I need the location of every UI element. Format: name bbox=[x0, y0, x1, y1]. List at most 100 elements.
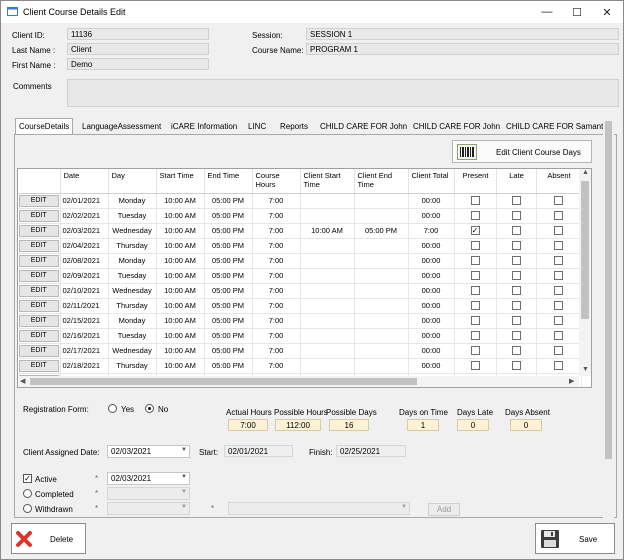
scroll-right-arrow-icon[interactable]: ▶ bbox=[569, 377, 574, 385]
edit-row-button[interactable]: EDIT bbox=[19, 299, 59, 312]
scroll-up-arrow-icon[interactable]: ▲ bbox=[582, 169, 589, 176]
present-checkbox[interactable] bbox=[470, 241, 480, 251]
edit-row-button[interactable]: EDIT bbox=[19, 209, 59, 222]
edit-row-button[interactable]: EDIT bbox=[19, 224, 59, 237]
tab-child-care-john-1[interactable]: CHILD CARE FOR John bbox=[320, 120, 407, 135]
present-checkbox[interactable] bbox=[470, 361, 480, 371]
late-checkbox[interactable] bbox=[511, 346, 521, 356]
present-checkbox[interactable] bbox=[470, 301, 480, 311]
registration-yes-label[interactable]: Yes bbox=[121, 405, 134, 414]
scroll-left-arrow-icon[interactable]: ◀ bbox=[20, 377, 25, 385]
completed-date-picker[interactable]: ▼ bbox=[107, 487, 190, 500]
registration-no-label[interactable]: No bbox=[158, 405, 168, 414]
delete-button[interactable]: Delete bbox=[11, 523, 86, 554]
scroll-down-arrow-icon[interactable]: ▼ bbox=[582, 366, 589, 373]
withdrawn-date-picker[interactable]: ▼ bbox=[107, 502, 190, 515]
completed-label[interactable]: Completed bbox=[35, 490, 74, 499]
grid-vertical-scroll-thumb[interactable] bbox=[581, 181, 589, 319]
client-assigned-date-picker[interactable]: 02/03/2021 ▼ bbox=[107, 445, 190, 458]
dropdown-arrow-icon[interactable]: ▼ bbox=[401, 504, 407, 510]
col-header-present[interactable]: Present bbox=[454, 169, 497, 194]
edit-row-button[interactable]: EDIT bbox=[19, 284, 59, 297]
dropdown-arrow-icon[interactable]: ▼ bbox=[181, 474, 187, 480]
table-row[interactable]: EDIT 02/08/2021 Monday 10:00 AM 05:00 PM 7:00… bbox=[18, 253, 582, 269]
edit-row-button[interactable]: EDIT bbox=[19, 344, 59, 357]
table-row[interactable]: EDIT 02/01/2021 Monday 10:00 AM 05:00 PM 7:00… bbox=[18, 193, 582, 209]
withdrawn-label[interactable]: Withdrawn bbox=[35, 505, 73, 514]
table-row[interactable]: EDIT 02/09/2021 Tuesday 10:00 AM 05:00 PM 7:0… bbox=[18, 268, 582, 284]
late-checkbox[interactable] bbox=[511, 196, 521, 206]
table-row[interactable]: EDIT 02/02/2021 Tuesday 10:00 AM 05:00 PM 7:0… bbox=[18, 208, 582, 224]
present-checkbox[interactable] bbox=[470, 346, 480, 356]
col-header-client-end-time[interactable]: Client End Time bbox=[354, 169, 409, 194]
grid-vertical-scrollbar[interactable]: ▲ ▼ bbox=[579, 169, 591, 376]
edit-row-button[interactable]: EDIT bbox=[19, 239, 59, 252]
edit-client-course-days-button[interactable]: Edit Client Course Days bbox=[452, 140, 592, 163]
absent-checkbox[interactable] bbox=[554, 241, 563, 251]
add-button[interactable]: Add bbox=[428, 503, 460, 516]
form-vertical-scrollbar[interactable] bbox=[603, 121, 614, 519]
absent-checkbox[interactable] bbox=[554, 286, 563, 296]
absent-checkbox[interactable] bbox=[554, 301, 563, 311]
present-checkbox[interactable] bbox=[470, 331, 480, 341]
minimize-button[interactable]: — bbox=[532, 1, 562, 23]
comments-field[interactable] bbox=[67, 79, 619, 107]
edit-row-button[interactable]: EDIT bbox=[19, 269, 59, 282]
tab-course-details[interactable]: CourseDetails bbox=[15, 118, 74, 135]
dropdown-arrow-icon[interactable]: ▼ bbox=[181, 504, 187, 510]
absent-checkbox[interactable] bbox=[554, 346, 563, 356]
table-row[interactable]: EDIT 02/17/2021 Wednesday 10:00 AM 05:00 PM 7… bbox=[18, 343, 582, 359]
col-header-late[interactable]: Late bbox=[496, 169, 537, 194]
tab-child-care-samanta[interactable]: CHILD CARE FOR Samanta bbox=[506, 120, 608, 135]
edit-row-button[interactable]: EDIT bbox=[19, 314, 59, 327]
late-checkbox[interactable] bbox=[511, 211, 521, 221]
late-checkbox[interactable] bbox=[511, 286, 521, 296]
table-row[interactable]: EDIT 02/16/2021 Tuesday 10:00 AM 05:00 PM 7:0… bbox=[18, 328, 582, 344]
tab-language-assessment[interactable]: LanguageAssessment bbox=[82, 120, 161, 135]
late-checkbox[interactable] bbox=[511, 226, 521, 236]
registration-no-radio[interactable] bbox=[145, 404, 154, 413]
col-header-date[interactable]: Date bbox=[60, 169, 109, 194]
present-checkbox[interactable]: ✓ bbox=[470, 226, 480, 236]
present-checkbox[interactable] bbox=[470, 256, 480, 266]
absent-checkbox[interactable] bbox=[554, 226, 563, 236]
tab-linc[interactable]: LINC bbox=[248, 120, 266, 135]
completed-radio[interactable] bbox=[23, 489, 32, 498]
table-row[interactable]: EDIT 02/15/2021 Monday 10:00 AM 05:00 PM 7:00… bbox=[18, 313, 582, 329]
dropdown-arrow-icon[interactable]: ▼ bbox=[181, 489, 187, 495]
withdrawn-radio[interactable] bbox=[23, 504, 32, 513]
col-header-client-total[interactable]: Client Total bbox=[408, 169, 455, 194]
absent-checkbox[interactable] bbox=[554, 211, 563, 221]
active-label[interactable]: Active bbox=[35, 475, 57, 484]
tab-child-care-john-2[interactable]: CHILD CARE FOR John bbox=[413, 120, 500, 135]
col-header-client-start-time[interactable]: Client Start Time bbox=[300, 169, 355, 194]
table-row[interactable]: EDIT 02/11/2021 Thursday 10:00 AM 05:00 PM 7:… bbox=[18, 298, 582, 314]
table-row[interactable]: EDIT 02/18/2021 Thursday 10:00 AM 05:00 PM 7:… bbox=[18, 358, 582, 374]
edit-row-button[interactable]: EDIT bbox=[19, 254, 59, 267]
grid-horizontal-scrollbar[interactable]: ◀ ▶ bbox=[18, 376, 579, 387]
col-header-absent[interactable]: Absent bbox=[536, 169, 582, 194]
present-checkbox[interactable] bbox=[470, 316, 480, 326]
table-row[interactable]: EDIT 02/10/2021 Wednesday 10:00 AM 05:00 PM 7… bbox=[18, 283, 582, 299]
dropdown-arrow-icon[interactable]: ▼ bbox=[181, 447, 187, 453]
present-checkbox[interactable] bbox=[470, 286, 480, 296]
absent-checkbox[interactable] bbox=[554, 361, 563, 371]
active-checkbox[interactable]: ✓ bbox=[23, 474, 32, 483]
form-vertical-scroll-thumb[interactable] bbox=[605, 121, 612, 459]
close-button[interactable]: ✕ bbox=[592, 1, 622, 23]
grid-horizontal-scroll-thumb[interactable] bbox=[30, 378, 417, 385]
edit-row-button[interactable]: EDIT bbox=[19, 329, 59, 342]
absent-checkbox[interactable] bbox=[554, 256, 563, 266]
late-checkbox[interactable] bbox=[511, 316, 521, 326]
late-checkbox[interactable] bbox=[511, 256, 521, 266]
col-header-start-time[interactable]: Start Time bbox=[156, 169, 205, 194]
absent-checkbox[interactable] bbox=[554, 331, 563, 341]
edit-row-button[interactable]: EDIT bbox=[19, 194, 59, 207]
edit-row-button[interactable]: EDIT bbox=[19, 359, 59, 372]
tab-icare-information[interactable]: iCARE Information bbox=[171, 120, 237, 135]
col-header-end-time[interactable]: End Time bbox=[204, 169, 253, 194]
table-row[interactable]: EDIT 02/03/2021 Wednesday 10:00 AM 05:00 PM 7… bbox=[18, 223, 582, 239]
maximize-button[interactable]: ☐ bbox=[562, 1, 592, 23]
late-checkbox[interactable] bbox=[511, 271, 521, 281]
withdrawn-reason-dropdown[interactable]: ▼ bbox=[228, 502, 410, 515]
